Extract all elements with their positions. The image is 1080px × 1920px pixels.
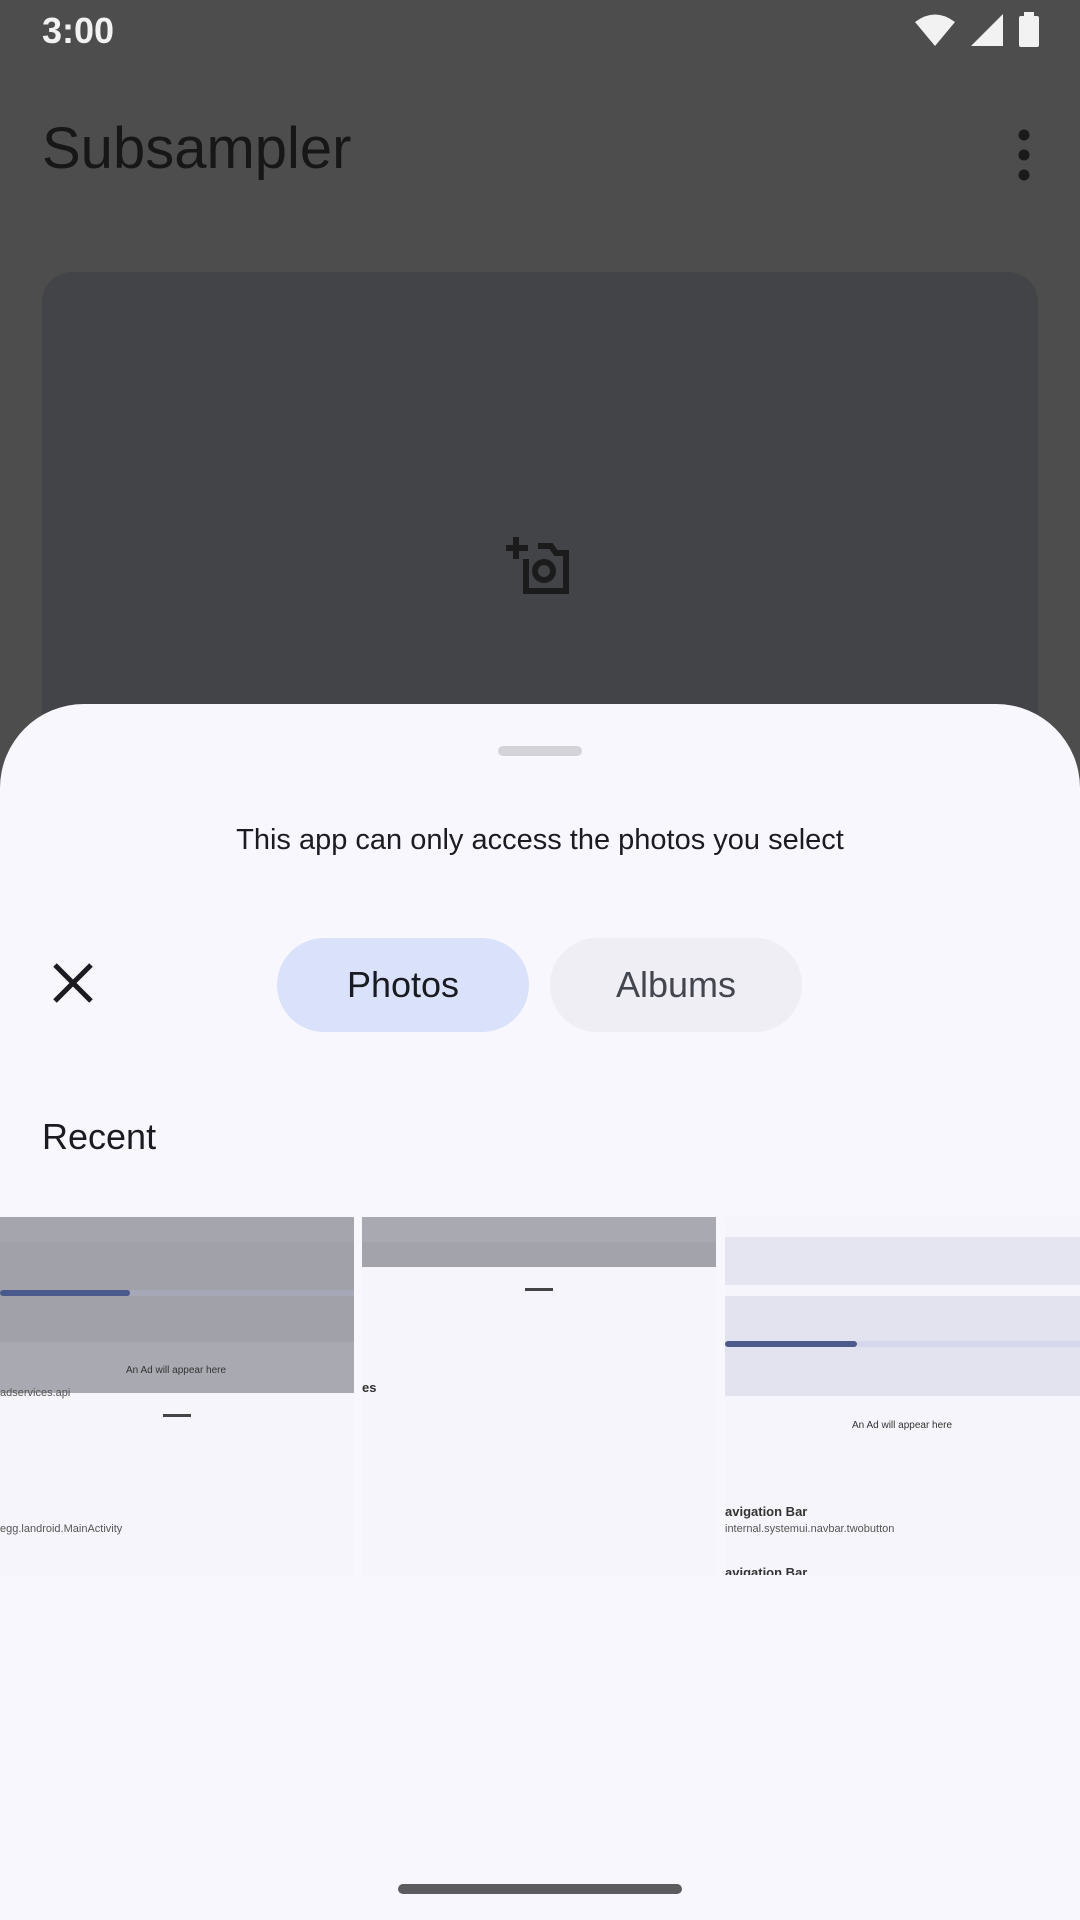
photo-thumbnail[interactable]: An Ad will appear here adservices.api eg… [0, 1217, 354, 1575]
battery-icon [1019, 12, 1039, 47]
drag-handle[interactable] [498, 746, 582, 756]
photo-thumbnail[interactable]: An Ad will appear here avigation Bar int… [725, 1217, 1080, 1575]
more-options-icon[interactable] [1004, 125, 1044, 185]
thumb-text: internal.systemui.navbar.twobutton [725, 1523, 895, 1535]
app-title: Subsampler [42, 116, 352, 181]
ad-placeholder-text: An Ad will appear here [852, 1420, 953, 1431]
add-photo-icon[interactable] [506, 535, 570, 595]
thumb-text: avigation Bar [725, 1504, 808, 1519]
thumb-text: es [362, 1380, 377, 1395]
tab-albums[interactable]: Albums [550, 938, 802, 1032]
wifi-icon [915, 14, 955, 46]
section-recent: Recent [42, 1116, 157, 1157]
thumb-text: avigation Bar [725, 1565, 808, 1575]
ad-placeholder-text: An Ad will appear here [126, 1365, 227, 1376]
thumb-text: egg.landroid.MainActivity [0, 1523, 123, 1535]
app-bar: Subsampler [0, 85, 1080, 205]
photo-thumbnail[interactable]: es [362, 1217, 716, 1575]
close-icon[interactable] [50, 960, 96, 1006]
signal-icon [971, 14, 1003, 46]
photo-grid: An Ad will appear here adservices.api eg… [0, 1217, 1080, 1575]
photo-picker-sheet: This app can only access the photos you … [0, 704, 1080, 1920]
tab-photos[interactable]: Photos [277, 938, 529, 1032]
gesture-nav-handle[interactable] [398, 1884, 682, 1894]
status-icons [914, 12, 1040, 48]
status-time: 3:00 [42, 10, 115, 51]
picker-message: This app can only access the photos you … [236, 824, 844, 856]
status-bar: 3:00 [0, 0, 1080, 60]
thumb-text: adservices.api [0, 1387, 71, 1399]
